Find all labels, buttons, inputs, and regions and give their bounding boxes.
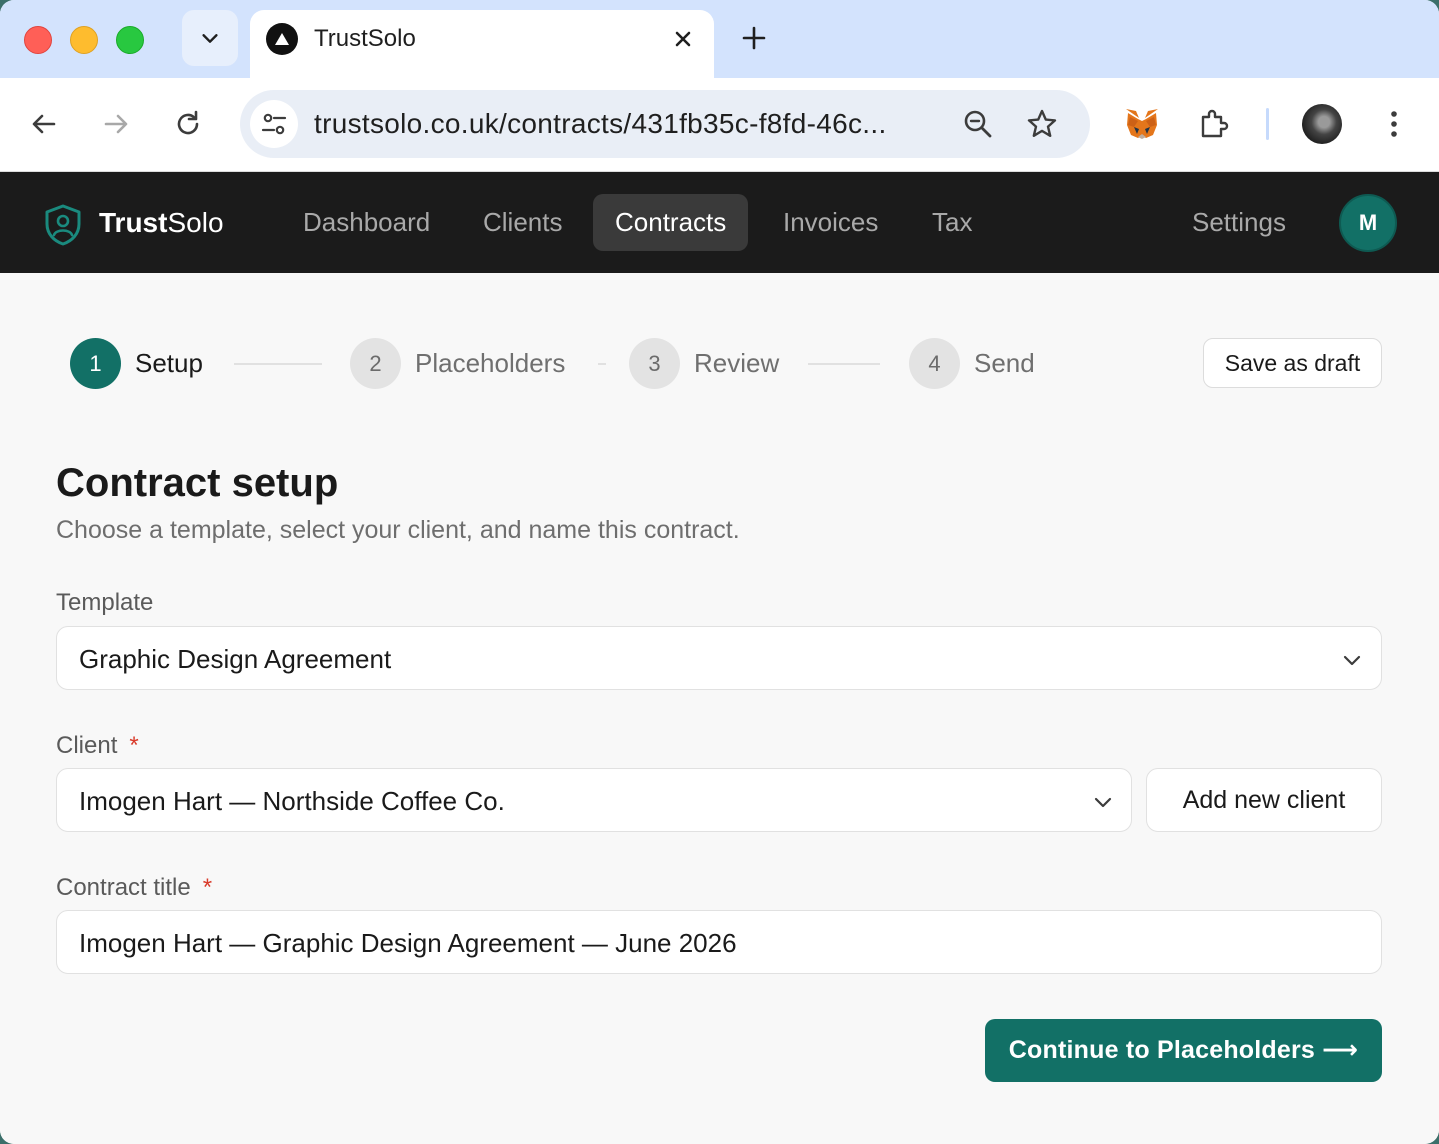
site-info-button[interactable]	[250, 100, 298, 148]
tab-close-button[interactable]	[668, 24, 698, 54]
template-label: Template	[56, 589, 154, 616]
tab-strip: TrustSolo	[0, 0, 1439, 78]
page-subtitle: Choose a template, select your client, a…	[56, 516, 740, 544]
step-connector	[598, 363, 606, 365]
step-3-label: Review	[694, 348, 780, 378]
step-4-label: Send	[974, 348, 1035, 378]
tab-search-button[interactable]	[182, 10, 238, 66]
url-text: trustsolo.co.uk/contracts/431fb35c-f8fd-…	[314, 108, 887, 139]
browser-tab-active[interactable]: TrustSolo	[250, 10, 714, 78]
maximize-window-button[interactable]	[116, 26, 144, 54]
address-bar[interactable]: trustsolo.co.uk/contracts/431fb35c-f8fd-…	[240, 90, 1090, 158]
tab-title: TrustSolo	[314, 25, 416, 52]
contract-title-input[interactable]: Imogen Hart — Graphic Design Agreement —…	[56, 910, 1382, 974]
step-2-label: Placeholders	[415, 348, 566, 378]
chevron-down-icon	[1343, 655, 1361, 666]
step-4-circle: 4	[909, 338, 960, 389]
app-navbar: TrustSolo Dashboard Clients Contracts In…	[0, 172, 1439, 273]
metamask-extension-button[interactable]	[1122, 104, 1162, 144]
tune-icon	[261, 113, 287, 135]
fox-icon	[1126, 109, 1158, 139]
arrow-left-icon	[32, 114, 56, 134]
add-new-client-button[interactable]: Add new client	[1146, 768, 1382, 832]
nav-tax[interactable]: Tax	[910, 194, 994, 251]
zoom-button[interactable]	[958, 104, 998, 144]
step-1-label: Setup	[135, 348, 203, 378]
required-marker: *	[202, 874, 213, 901]
step-1-circle: 1	[70, 338, 121, 389]
brand-logo[interactable]: TrustSolo	[99, 206, 224, 240]
nav-settings[interactable]: Settings	[1170, 194, 1308, 251]
user-avatar[interactable]: M	[1339, 194, 1397, 252]
zoom-icon	[964, 110, 992, 138]
main-content: 1 Setup 2 Placeholders 3 Review 4 Send S…	[0, 273, 1439, 1144]
browser-window: TrustSolo trustsolo.co.uk/contracts/431f…	[0, 0, 1439, 1144]
browser-menu-button[interactable]	[1374, 104, 1414, 144]
nav-clients[interactable]: Clients	[461, 194, 584, 251]
step-3-circle: 3	[629, 338, 680, 389]
chevron-down-icon	[1094, 797, 1112, 808]
client-label-text: Client	[56, 732, 118, 759]
nav-invoices[interactable]: Invoices	[761, 194, 900, 251]
close-window-button[interactable]	[24, 26, 52, 54]
contract-title-label-text: Contract title	[56, 874, 191, 901]
star-icon	[1027, 109, 1057, 137]
page-title: Contract setup	[56, 461, 339, 505]
chevron-down-icon	[202, 34, 218, 43]
save-draft-button[interactable]: Save as draft	[1203, 338, 1382, 388]
step-2-circle: 2	[350, 338, 401, 389]
client-selected-value: Imogen Hart — Northside Coffee Co.	[79, 786, 505, 816]
brand-prefix: Trust	[99, 207, 168, 238]
brand-suffix: Solo	[167, 207, 224, 238]
arrow-right-icon	[104, 114, 128, 134]
new-tab-button[interactable]	[736, 20, 772, 56]
continue-to-placeholders-button[interactable]: Continue to Placeholders ⟶	[985, 1019, 1382, 1082]
nav-contracts[interactable]: Contracts	[593, 194, 749, 251]
shield-user-icon	[45, 204, 81, 246]
contract-title-label: Contract title *	[56, 873, 212, 903]
required-marker: *	[129, 732, 139, 759]
template-selected-value: Graphic Design Agreement	[79, 644, 392, 674]
client-select[interactable]: Imogen Hart — Northside Coffee Co.	[56, 768, 1132, 832]
bookmark-button[interactable]	[1022, 104, 1062, 144]
reload-icon	[177, 110, 199, 135]
back-button[interactable]	[24, 104, 64, 144]
contract-title-value: Imogen Hart — Graphic Design Agreement —…	[79, 928, 737, 958]
profile-avatar[interactable]	[1302, 104, 1342, 144]
puzzle-icon	[1201, 109, 1229, 138]
triangle-logo-icon	[266, 23, 298, 55]
toolbar-divider	[1266, 108, 1269, 140]
reload-button[interactable]	[168, 104, 208, 144]
nav-dashboard[interactable]: Dashboard	[281, 194, 452, 251]
plus-icon	[742, 26, 766, 50]
minimize-window-button[interactable]	[70, 26, 98, 54]
extensions-button[interactable]	[1194, 104, 1234, 144]
more-vertical-icon	[1391, 111, 1397, 137]
step-connector	[234, 363, 322, 365]
client-label: Client *	[56, 731, 139, 761]
forward-button[interactable]	[96, 104, 136, 144]
close-icon	[675, 31, 691, 47]
browser-toolbar: trustsolo.co.uk/contracts/431fb35c-f8fd-…	[0, 78, 1439, 172]
step-connector	[808, 363, 880, 365]
template-select[interactable]: Graphic Design Agreement	[56, 626, 1382, 690]
